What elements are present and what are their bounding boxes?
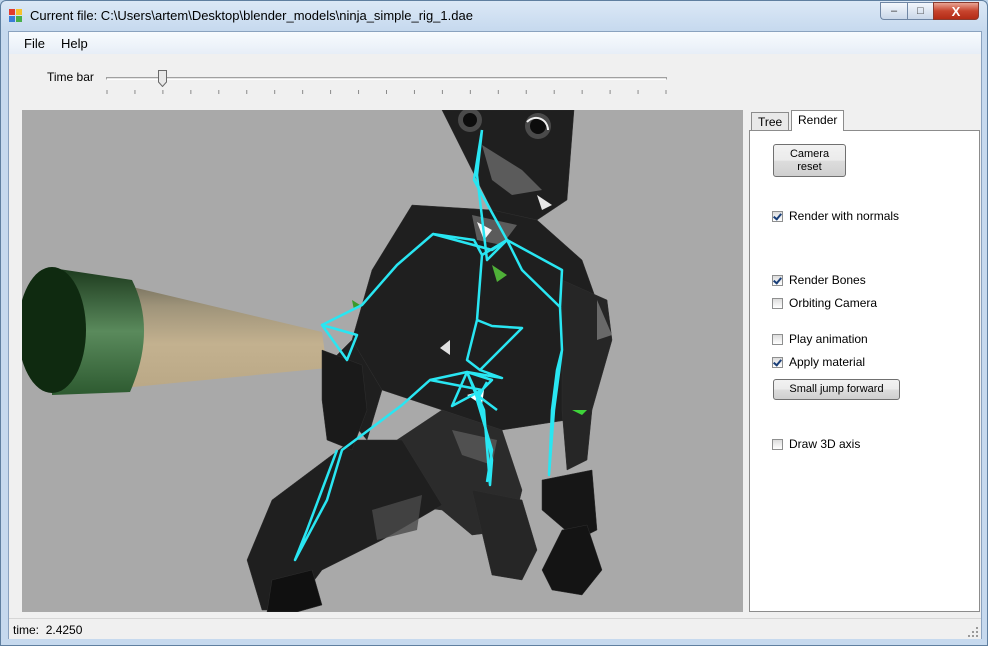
close-button[interactable]: X [933, 2, 979, 20]
menu-file[interactable]: File [24, 36, 45, 51]
resize-grip-icon[interactable] [968, 627, 978, 637]
render-bones-label: Render Bones [789, 273, 866, 287]
render-tab-panel: Camera reset Render with normals Render … [749, 130, 980, 612]
time-bar-thumb[interactable] [158, 70, 168, 87]
camera-reset-button[interactable]: Camera reset [773, 144, 846, 177]
play-animation-check[interactable] [772, 333, 783, 345]
tab-render[interactable]: Render [791, 110, 845, 131]
minimize-button[interactable]: – [880, 2, 907, 20]
menu-bar: File Help [9, 32, 981, 54]
tab-tree[interactable]: Tree [751, 112, 790, 130]
camera-reset-label-line2: reset [797, 161, 822, 173]
camera-reset-label-line1: Camera [789, 148, 830, 160]
app-icon [9, 9, 22, 22]
draw-3d-axis-checkbox[interactable]: Draw 3D axis [772, 437, 860, 451]
render-with-normals-checkbox[interactable]: Render with normals [772, 209, 899, 223]
title-bar[interactable]: Current file: C:\Users\artem\Desktop\ble… [1, 1, 987, 31]
status-time-label: time: [13, 623, 40, 637]
apply-material-label: Apply material [789, 355, 866, 369]
render-bones-checkbox[interactable]: Render Bones [772, 273, 866, 287]
render-bones-check[interactable] [772, 274, 783, 286]
play-animation-label: Play animation [789, 332, 868, 346]
time-bar-label: Time bar [47, 70, 94, 84]
orbiting-camera-checkbox[interactable]: Orbiting Camera [772, 296, 877, 310]
tab-control: Tree Render Camera reset Render with nor… [749, 110, 981, 612]
play-animation-checkbox[interactable]: Play animation [772, 332, 868, 346]
window-title: Current file: C:\Users\artem\Desktop\ble… [30, 8, 473, 23]
status-time: time: 2.4250 [13, 623, 82, 637]
orbiting-camera-label: Orbiting Camera [789, 296, 878, 310]
draw-3d-axis-check[interactable] [772, 438, 783, 450]
render-with-normals-check[interactable] [772, 210, 783, 222]
small-jump-forward-button[interactable]: Small jump forward [773, 379, 900, 400]
time-bar-track[interactable] [106, 77, 667, 80]
orbiting-camera-check[interactable] [772, 297, 783, 309]
render-with-normals-label: Render with normals [789, 209, 900, 223]
client-area: File Help Time bar Tree Render Camera re… [8, 31, 982, 639]
apply-material-checkbox[interactable]: Apply material [772, 355, 865, 369]
render-viewport[interactable] [22, 110, 743, 612]
main-window: Current file: C:\Users\artem\Desktop\ble… [0, 0, 988, 646]
draw-3d-axis-label: Draw 3D axis [789, 437, 861, 451]
maximize-button[interactable]: □ [907, 2, 933, 20]
time-bar-ticks [106, 90, 667, 94]
status-bar: time: 2.4250 [9, 618, 981, 639]
apply-material-check[interactable] [772, 356, 783, 368]
scene-render [22, 110, 613, 612]
menu-help[interactable]: Help [61, 36, 88, 51]
status-time-value: 2.4250 [45, 623, 83, 637]
